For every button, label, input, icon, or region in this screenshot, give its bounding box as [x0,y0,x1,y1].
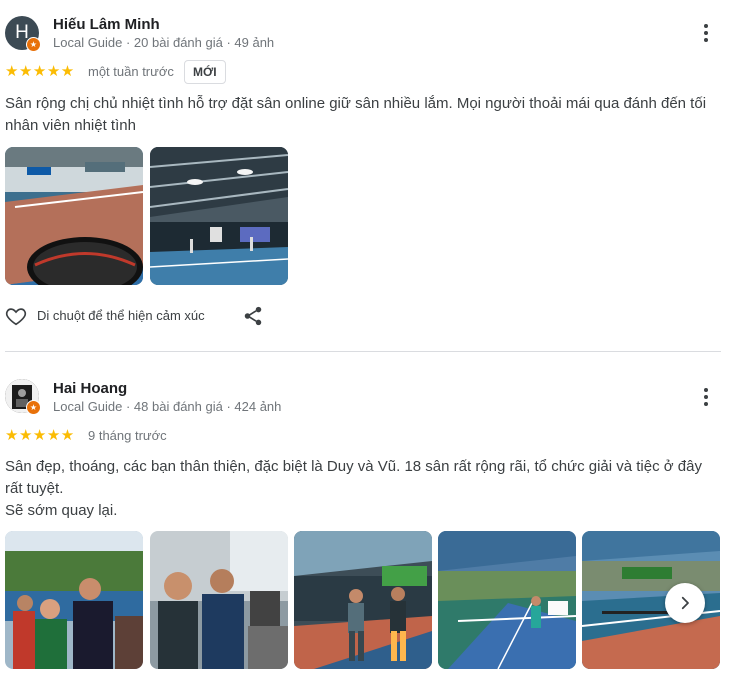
review-card: ★ Hai Hoang Local Guide · 48 bài đánh gi… [0,352,734,686]
reviewer-name[interactable]: Hai Hoang [53,380,127,397]
more-options-icon[interactable] [696,20,716,46]
like-hint: Di chuột để thể hiện cảm xúc [37,308,205,323]
new-badge: MỚI [184,60,226,84]
reviewer-name[interactable]: Hiếu Lâm Minh [53,16,160,33]
star-rating: ★★★★★ [5,427,75,444]
review-text: Sân đẹp, thoáng, các bạn thân thiện, đặc… [5,456,717,522]
local-guide-badge-icon: ★ [26,37,41,52]
review-text-line: Sân đẹp, thoáng, các bạn thân thiện, đặc… [5,458,702,497]
review-photo[interactable] [5,147,143,285]
review-photo[interactable] [438,531,576,669]
review-photo[interactable] [150,531,288,669]
share-icon[interactable] [242,305,264,327]
local-guide-badge-icon: ★ [26,400,41,415]
review-photo[interactable] [5,531,143,669]
review-time: 9 tháng trước [88,428,167,443]
review-text: Sân rộng chị chủ nhiệt tình hỗ trợ đặt s… [5,95,707,134]
more-options-icon[interactable] [696,384,716,410]
review-photo[interactable] [150,147,288,285]
reviewer-meta[interactable]: Local Guide · 48 bài đánh giá · 424 ảnh [53,399,281,414]
chevron-right-icon [681,596,689,610]
next-photos-button[interactable] [665,583,705,623]
review-card: H ★ Hiếu Lâm Minh Local Guide · 20 bài đ… [0,0,734,350]
heart-outline-icon[interactable] [5,305,27,327]
star-rating: ★★★★★ [5,63,75,80]
reviewer-meta[interactable]: Local Guide · 20 bài đánh giá · 49 ảnh [53,35,274,50]
review-time: một tuần trước [88,64,174,79]
review-photo[interactable] [294,531,432,669]
review-text-line: Sẽ sớm quay lại. [5,502,118,519]
